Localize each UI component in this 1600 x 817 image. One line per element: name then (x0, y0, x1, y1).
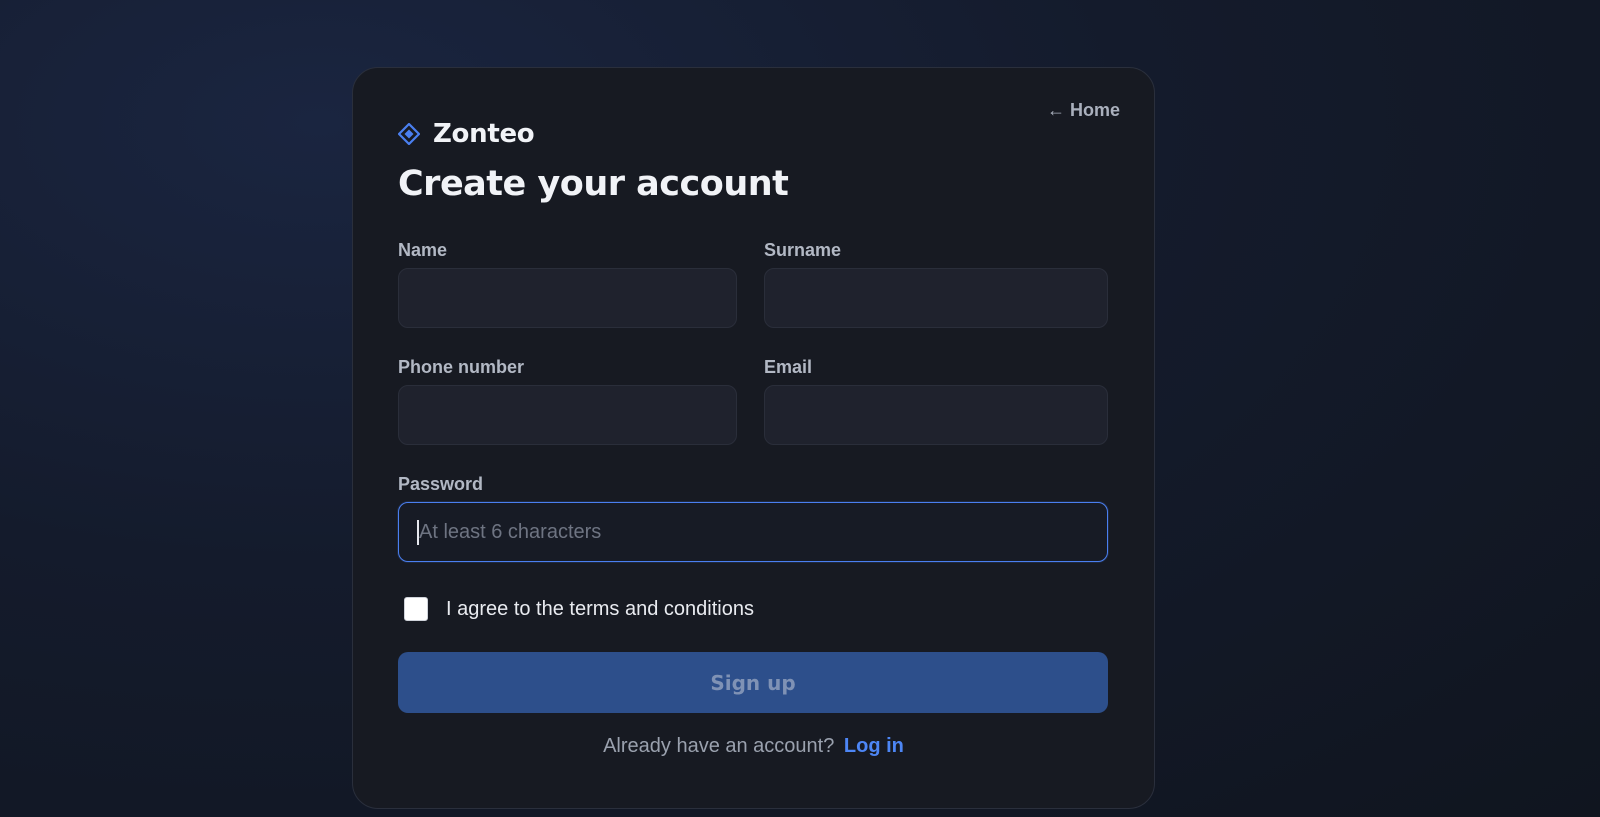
password-label: Password (398, 474, 484, 494)
home-link[interactable]: ← Home (1047, 100, 1120, 121)
name-label: Name (398, 240, 448, 260)
login-link[interactable]: Log in (844, 735, 904, 757)
name-input[interactable] (398, 268, 737, 328)
brand: Zonteo (398, 119, 535, 149)
brand-name: Zonteo (433, 119, 535, 149)
email-input[interactable] (764, 385, 1108, 445)
password-input[interactable] (398, 502, 1108, 562)
diamond-logo-icon (398, 123, 420, 145)
surname-label: Surname (764, 240, 842, 260)
signup-card: ← Home Zonteo Create your account Name S… (352, 67, 1155, 809)
surname-input[interactable] (764, 268, 1108, 328)
phone-input[interactable] (398, 385, 737, 445)
login-prompt-text: Already have an account? (603, 735, 835, 757)
arrow-left-icon: ← (1046, 100, 1065, 120)
terms-checkbox[interactable] (404, 597, 428, 621)
page-title: Create your account (398, 164, 789, 204)
home-link-label: Home (1069, 100, 1120, 120)
sign-up-button[interactable]: Sign up (398, 652, 1108, 713)
email-label: Email (764, 357, 813, 377)
phone-label: Phone number (398, 357, 525, 377)
text-caret (417, 520, 419, 545)
terms-row: I agree to the terms and conditions (404, 597, 754, 621)
terms-label: I agree to the terms and conditions (446, 597, 754, 620)
login-prompt: Already have an account? Log in (353, 735, 1154, 758)
